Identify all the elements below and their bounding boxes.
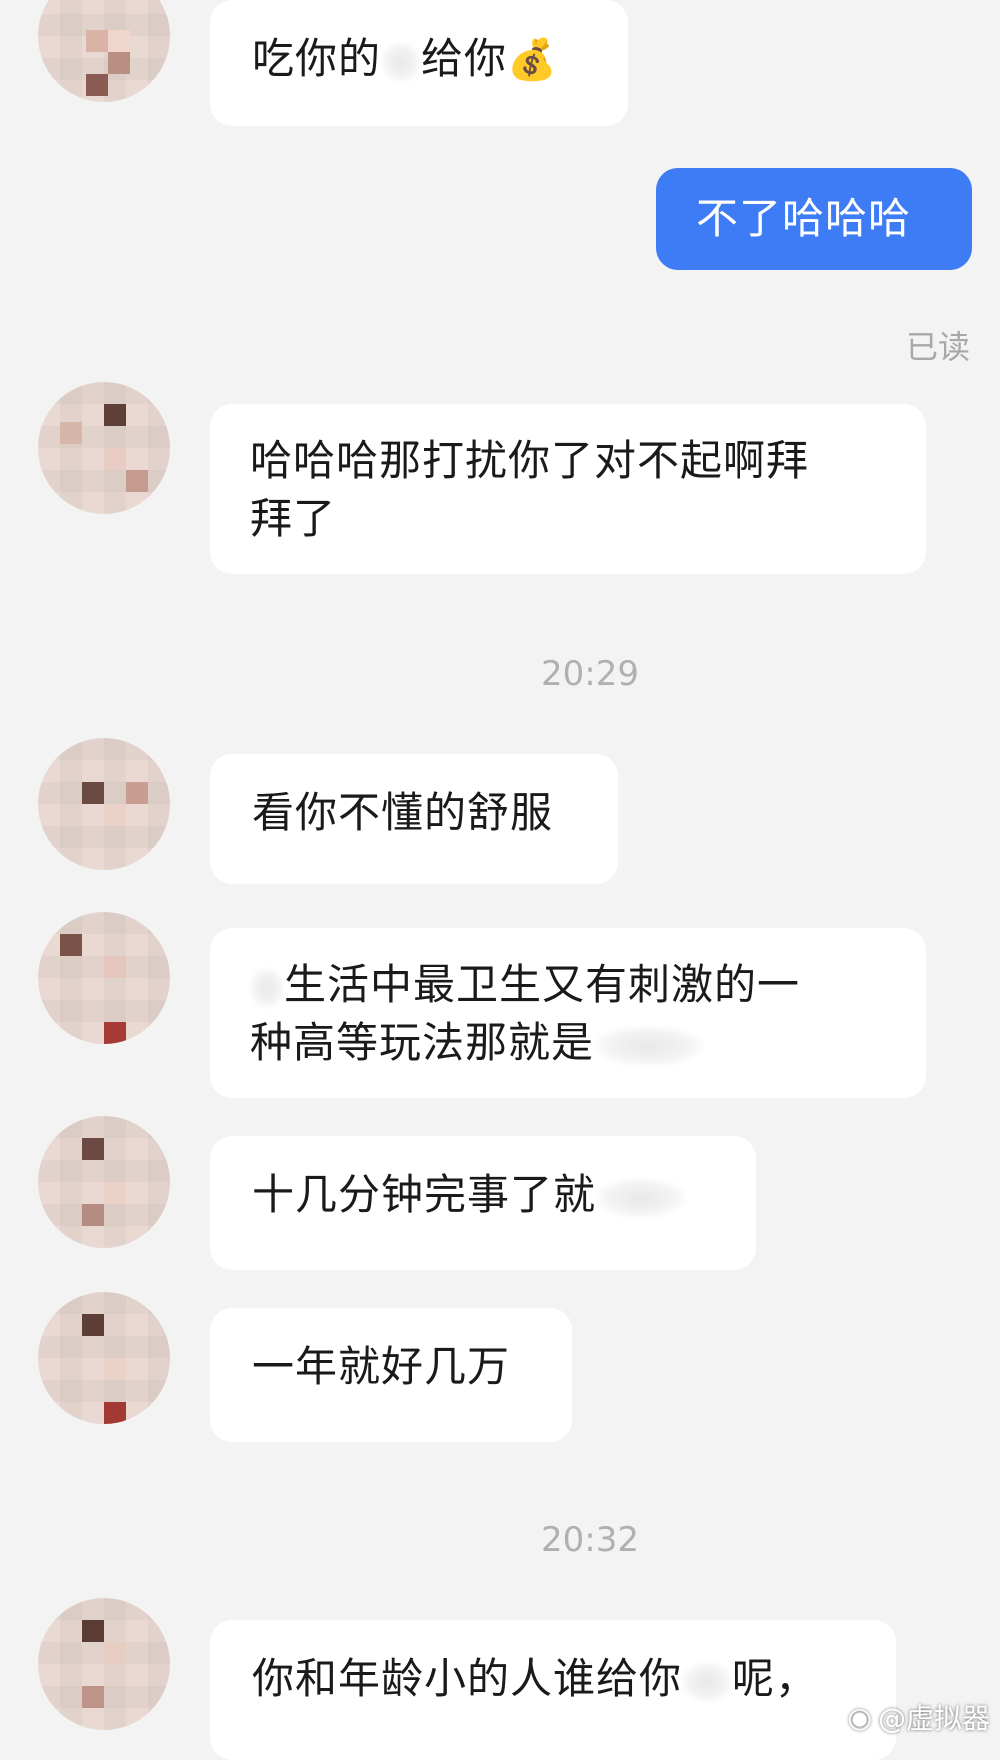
message-line: 拜了 xyxy=(250,494,337,543)
redacted-text xyxy=(682,1661,733,1702)
redacted-text xyxy=(596,1177,687,1218)
read-status: 已读 xyxy=(905,328,970,366)
message-line: 哈哈哈那打扰你了对不起啊拜 xyxy=(250,436,810,485)
message-line: 生活中最卫生又有刺激的一 xyxy=(284,960,801,1009)
avatar[interactable] xyxy=(38,1116,170,1248)
watermark-text: @虚拟器 xyxy=(877,1702,990,1735)
message-bubble[interactable]: 吃你的 给你💰 xyxy=(210,0,628,126)
message-text: 看你不懂的舒服 xyxy=(252,788,554,837)
message-bubble[interactable]: 一年就好几万 xyxy=(210,1308,572,1442)
message-text: 给你 xyxy=(421,34,508,83)
redacted-text xyxy=(594,1025,705,1066)
message-bubble[interactable]: 哈哈哈那打扰你了对不起啊拜 拜了 xyxy=(210,404,926,574)
avatar[interactable] xyxy=(38,0,170,102)
money-bag-icon: 💰 xyxy=(507,37,558,83)
message-line-wrap: 生活中最卫生又有刺激的一 xyxy=(250,956,886,1014)
message-text: 不了哈哈哈 xyxy=(696,194,912,243)
avatar[interactable] xyxy=(38,912,170,1044)
weibo-icon: ◉ xyxy=(847,1700,872,1734)
avatar[interactable] xyxy=(38,1598,170,1730)
avatar[interactable] xyxy=(38,1292,170,1424)
message-text: 十几分钟完事了就 xyxy=(252,1170,597,1219)
redacted-text xyxy=(250,967,284,1008)
timestamp: 20:29 xyxy=(541,654,639,694)
avatar[interactable] xyxy=(38,382,170,514)
timestamp: 20:32 xyxy=(541,1520,639,1560)
message-bubble[interactable]: 生活中最卫生又有刺激的一 种高等玩法那就是 xyxy=(210,928,926,1098)
message-bubble[interactable]: 十几分钟完事了就 xyxy=(210,1136,756,1270)
message-line: 种高等玩法那就是 xyxy=(250,1018,595,1067)
avatar[interactable] xyxy=(38,738,170,870)
message-bubble[interactable]: 看你不懂的舒服 xyxy=(210,754,618,884)
message-text: 呢， xyxy=(732,1654,819,1703)
redacted-text xyxy=(381,41,422,82)
message-bubble-sent[interactable]: 不了哈哈哈 xyxy=(656,168,972,270)
message-bubble[interactable]: 你和年龄小的人谁给你 呢， xyxy=(210,1620,896,1760)
watermark: ◉ @虚拟器 xyxy=(848,1697,990,1737)
message-text: 你和年龄小的人谁给你 xyxy=(252,1654,683,1703)
message-text: 一年就好几万 xyxy=(252,1342,511,1391)
message-line-wrap: 种高等玩法那就是 xyxy=(250,1014,886,1072)
message-text: 吃你的 xyxy=(252,34,382,83)
chat-area: 吃你的 给你💰 不了哈哈哈 已读 哈哈哈那打扰你了对不起啊拜 拜了 20:29 看… xyxy=(0,0,1000,1760)
